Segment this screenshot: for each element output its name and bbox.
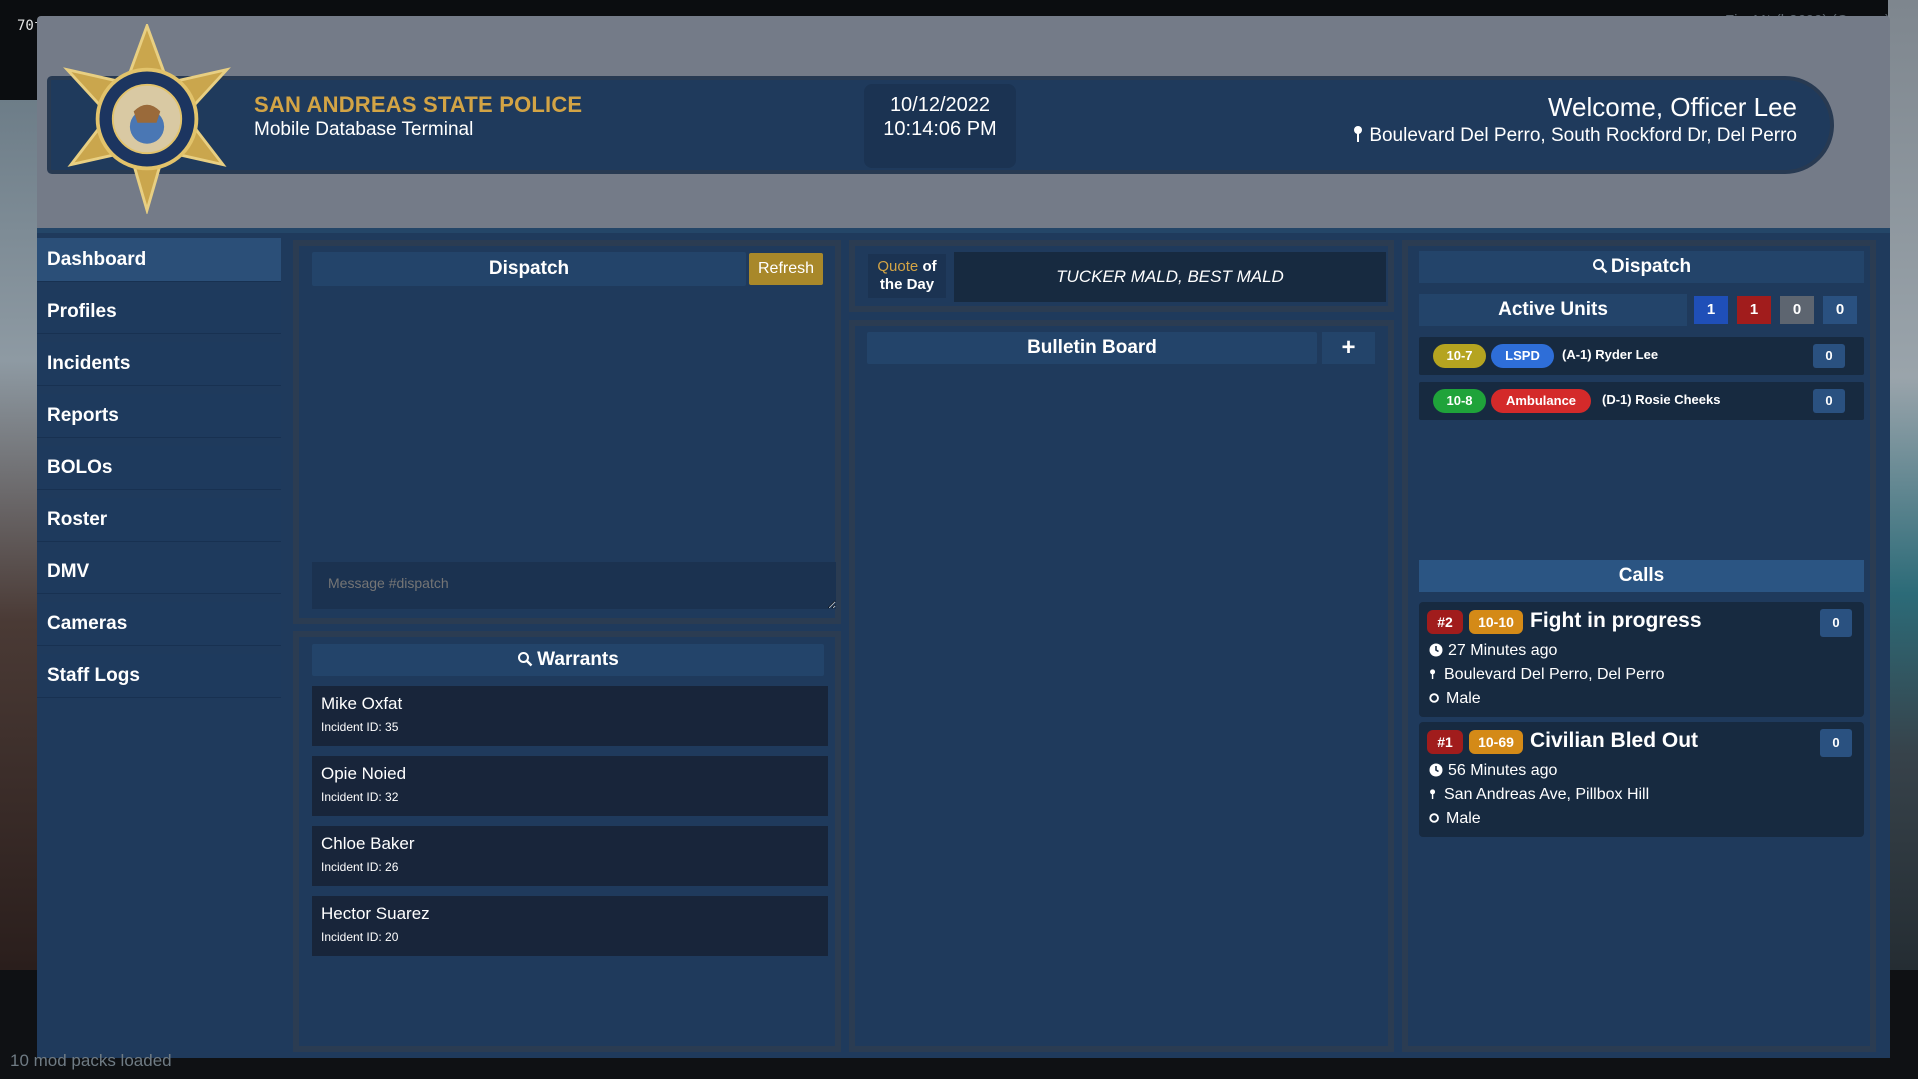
unit-department-badge: LSPD xyxy=(1491,344,1554,368)
call-time-text: 27 Minutes ago xyxy=(1448,642,1558,659)
warrant-incident-id: Incident ID: 35 xyxy=(321,720,399,734)
current-location: Boulevard Del Perro, South Rockford Dr, … xyxy=(1353,125,1797,147)
refresh-button[interactable]: Refresh xyxy=(749,253,823,285)
dispatch-chat-title: Dispatch xyxy=(312,252,746,286)
call-id-badge: #2 xyxy=(1427,610,1463,634)
dispatch-units-title-text: Dispatch xyxy=(1610,256,1692,277)
call-gender: Male xyxy=(1429,810,1481,828)
call-unit-count: 0 xyxy=(1820,729,1852,757)
search-icon xyxy=(518,652,533,667)
bulletin-board-panel xyxy=(849,320,1394,1052)
sidebar-item-bolos[interactable]: BOLOs xyxy=(37,446,281,490)
sidebar-item-staff-logs[interactable]: Staff Logs xyxy=(37,654,281,698)
call-code-badge: 10-69 xyxy=(1469,730,1523,754)
call-location-text: San Andreas Ave, Pillbox Hill xyxy=(1444,786,1650,803)
location-pin-icon xyxy=(1430,789,1436,799)
sidebar-item-dashboard[interactable]: Dashboard xyxy=(37,238,281,282)
quote-label-word2: of xyxy=(922,258,937,275)
welcome-message: Welcome, Officer Lee xyxy=(1547,92,1797,122)
sidebar-nav: Dashboard Profiles Incidents Reports BOL… xyxy=(37,238,281,1058)
title-block: SAN ANDREAS STATE POLICE Mobile Database… xyxy=(254,92,582,141)
calls-title: Calls xyxy=(1419,560,1864,592)
active-units-label: Active Units xyxy=(1419,294,1687,326)
unit-count-navy: 0 xyxy=(1823,296,1857,324)
warrant-name: Opie Noied xyxy=(321,764,407,783)
sidebar-item-roster[interactable]: Roster xyxy=(37,498,281,542)
call-title: Fight in progress xyxy=(1530,609,1702,632)
sidebar-item-reports[interactable]: Reports xyxy=(37,394,281,438)
agency-title: SAN ANDREAS STATE POLICE xyxy=(254,92,583,117)
clock-icon xyxy=(1429,643,1443,657)
quote-label: Quote of the Day xyxy=(868,254,946,298)
date-text: 10/12/2022 xyxy=(889,94,991,116)
add-bulletin-button[interactable]: + xyxy=(1322,332,1375,364)
quote-label-word1: Quote xyxy=(877,258,919,275)
state-police-badge-logo xyxy=(63,24,231,214)
call-gender-text: Male xyxy=(1446,690,1481,707)
warrant-item[interactable]: Hector Suarez Incident ID: 20 xyxy=(312,896,828,956)
time-text: 10:14:06 PM xyxy=(883,118,997,140)
sidebar-item-dmv[interactable]: DMV xyxy=(37,550,281,594)
unit-call-count: 0 xyxy=(1813,344,1845,368)
call-location: San Andreas Ave, Pillbox Hill xyxy=(1429,786,1649,804)
location-text: Boulevard Del Perro, South Rockford Dr, … xyxy=(1369,125,1797,146)
warrant-item[interactable]: Mike Oxfat Incident ID: 35 xyxy=(312,686,828,746)
sidebar-item-cameras[interactable]: Cameras xyxy=(37,602,281,646)
call-card[interactable]: #2 10-10 Fight in progress 0 27 Minutes … xyxy=(1419,602,1864,717)
call-code-badge: 10-10 xyxy=(1469,610,1523,634)
unit-name: (A-1) Ryder Lee xyxy=(1562,347,1659,362)
location-pin-icon xyxy=(1430,669,1436,679)
unit-department-badge: Ambulance xyxy=(1491,389,1591,413)
unit-call-count: 0 xyxy=(1813,389,1845,413)
app-subtitle: Mobile Database Terminal xyxy=(254,119,474,140)
warrant-name: Mike Oxfat xyxy=(321,694,403,713)
warrant-name: Hector Suarez xyxy=(321,904,430,923)
call-location: Boulevard Del Perro, Del Perro xyxy=(1429,666,1665,684)
warrant-incident-id: Incident ID: 20 xyxy=(321,930,399,944)
dispatch-units-title: Dispatch xyxy=(1419,251,1864,283)
warrant-item[interactable]: Opie Noied Incident ID: 32 xyxy=(312,756,828,816)
quote-text: TUCKER MALD, BEST MALD xyxy=(954,252,1386,302)
warrant-incident-id: Incident ID: 32 xyxy=(321,790,399,804)
call-title: Civilian Bled Out xyxy=(1530,729,1699,752)
sidebar-item-incidents[interactable]: Incidents xyxy=(37,342,281,386)
bulletin-board-title: Bulletin Board xyxy=(867,332,1317,364)
gender-icon xyxy=(1429,813,1439,823)
active-unit-row[interactable]: 10-8 Ambulance (D-1) Rosie Cheeks 0 xyxy=(1419,382,1864,420)
warrants-title: Warrants xyxy=(312,644,824,676)
call-card[interactable]: #1 10-69 Civilian Bled Out 0 56 Minutes … xyxy=(1419,722,1864,837)
date-time-display: 10/12/2022 10:14:06 PM xyxy=(864,84,1016,168)
quote-label-line2: the Day xyxy=(879,276,935,293)
dispatch-message-input[interactable] xyxy=(312,562,836,609)
call-time: 56 Minutes ago xyxy=(1429,762,1557,780)
unit-status-badge: 10-8 xyxy=(1433,389,1486,413)
game-background-left xyxy=(0,100,40,970)
call-id-badge: #1 xyxy=(1427,730,1463,754)
call-time: 27 Minutes ago xyxy=(1429,642,1557,660)
warrant-incident-id: Incident ID: 26 xyxy=(321,860,399,874)
location-pin-icon xyxy=(1354,126,1363,142)
call-gender-text: Male xyxy=(1446,810,1481,827)
unit-count-blue: 1 xyxy=(1694,296,1728,324)
search-icon xyxy=(1592,259,1608,274)
warrants-title-text: Warrants xyxy=(537,649,619,670)
gender-icon xyxy=(1429,693,1439,703)
unit-status-badge: 10-7 xyxy=(1433,344,1486,368)
unit-name: (D-1) Rosie Cheeks xyxy=(1602,392,1721,407)
call-unit-count: 0 xyxy=(1820,609,1852,637)
game-background-right xyxy=(1888,0,1918,1079)
call-time-text: 56 Minutes ago xyxy=(1448,762,1558,779)
unit-count-red: 1 xyxy=(1737,296,1771,324)
active-unit-row[interactable]: 10-7 LSPD (A-1) Ryder Lee 0 xyxy=(1419,337,1864,375)
clock-icon xyxy=(1429,763,1443,777)
warrant-name: Chloe Baker xyxy=(321,834,415,853)
unit-count-gray: 0 xyxy=(1780,296,1814,324)
sidebar-item-profiles[interactable]: Profiles xyxy=(37,290,281,334)
welcome-block: Welcome, Officer Lee Boulevard Del Perro… xyxy=(1353,92,1797,147)
warrant-item[interactable]: Chloe Baker Incident ID: 26 xyxy=(312,826,828,886)
mod-packs-status: 10 mod packs loaded xyxy=(10,1051,172,1070)
call-location-text: Boulevard Del Perro, Del Perro xyxy=(1444,666,1665,683)
call-gender: Male xyxy=(1429,690,1481,708)
